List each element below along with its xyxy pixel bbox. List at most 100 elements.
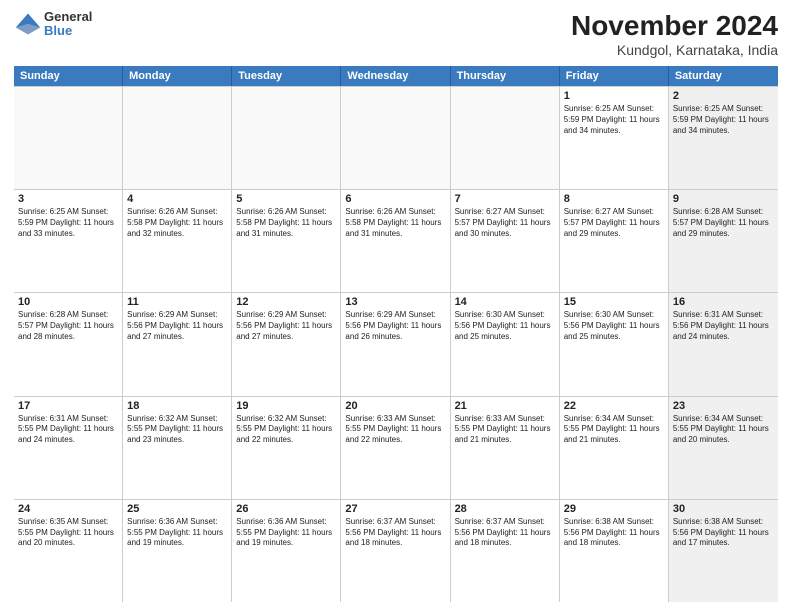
- day-info: Sunrise: 6:34 AM Sunset: 5:55 PM Dayligh…: [673, 414, 774, 446]
- day-info: Sunrise: 6:27 AM Sunset: 5:57 PM Dayligh…: [455, 207, 555, 239]
- cal-cell-4: 4Sunrise: 6:26 AM Sunset: 5:58 PM Daylig…: [123, 190, 232, 292]
- header: General Blue November 2024 Kundgol, Karn…: [14, 10, 778, 58]
- day-info: Sunrise: 6:26 AM Sunset: 5:58 PM Dayligh…: [236, 207, 336, 239]
- cal-header-tuesday: Tuesday: [232, 66, 341, 86]
- cal-cell-15: 15 Sunrise: 6:30 AM Sunset: 5:56 PM Dayli…: [560, 293, 669, 395]
- calendar-subtitle: Kundgol, Karnataka, India: [571, 42, 778, 58]
- cal-cell-13: 13 Sunrise: 6:29 AM Sunset: 5:56 PM Dayli…: [341, 293, 450, 395]
- day-number: 16: [673, 296, 774, 308]
- day-info: Sunrise: 6:25 AM Sunset: 5:59 PM Dayligh…: [18, 207, 118, 239]
- day-number: 22: [564, 400, 664, 412]
- day-info: Sunrise: 6:27 AM Sunset: 5:57 PM Dayligh…: [564, 207, 664, 239]
- cal-cell-19: 19Sunrise: 6:32 AM Sunset: 5:55 PM Dayli…: [232, 397, 341, 499]
- day-number: 7: [455, 193, 555, 205]
- day-number: 28: [455, 503, 555, 515]
- day-info: Sunrise: 6:38 AM Sunset: 5:56 PM Dayligh…: [673, 517, 774, 549]
- day-number: 13: [345, 296, 445, 308]
- day-number: 11: [127, 296, 227, 308]
- day-number: 3: [18, 193, 118, 205]
- day-info: Sunrise: 6:33 AM Sunset: 5:55 PM Dayligh…: [345, 414, 445, 446]
- cal-cell-27: 27 Sunrise: 6:37 AM Sunset: 5:56 PM Dayli…: [341, 500, 450, 602]
- day-number: 24: [18, 503, 118, 515]
- cal-cell-12: 12 Sunrise: 6:29 AM Sunset: 5:56 PM Dayli…: [232, 293, 341, 395]
- logo-text: General Blue: [44, 10, 92, 39]
- cal-cell-7: 7 Sunrise: 6:27 AM Sunset: 5:57 PM Daylig…: [451, 190, 560, 292]
- day-number: 27: [345, 503, 445, 515]
- cal-cell-22: 22 Sunrise: 6:34 AM Sunset: 5:55 PM Dayli…: [560, 397, 669, 499]
- cal-week-4: 17 Sunrise: 6:31 AM Sunset: 5:55 PM Dayli…: [14, 396, 778, 499]
- day-info: Sunrise: 6:29 AM Sunset: 5:56 PM Dayligh…: [236, 310, 336, 342]
- day-number: 25: [127, 503, 227, 515]
- day-number: 18: [127, 400, 227, 412]
- day-number: 12: [236, 296, 336, 308]
- cal-cell-empty: [14, 87, 123, 189]
- logo: General Blue: [14, 10, 92, 39]
- day-info: Sunrise: 6:31 AM Sunset: 5:55 PM Dayligh…: [18, 414, 118, 446]
- logo-blue: Blue: [44, 24, 92, 38]
- cal-header-monday: Monday: [123, 66, 232, 86]
- day-info: Sunrise: 6:37 AM Sunset: 5:56 PM Dayligh…: [345, 517, 445, 549]
- calendar: SundayMondayTuesdayWednesdayThursdayFrid…: [14, 66, 778, 602]
- cal-week-2: 3 Sunrise: 6:25 AM Sunset: 5:59 PM Daylig…: [14, 189, 778, 292]
- cal-cell-16: 16Sunrise: 6:31 AM Sunset: 5:56 PM Dayli…: [669, 293, 778, 395]
- cal-cell-26: 26 Sunrise: 6:36 AM Sunset: 5:55 PM Dayli…: [232, 500, 341, 602]
- day-info: Sunrise: 6:25 AM Sunset: 5:59 PM Dayligh…: [673, 104, 774, 136]
- day-info: Sunrise: 6:26 AM Sunset: 5:58 PM Dayligh…: [345, 207, 445, 239]
- day-number: 15: [564, 296, 664, 308]
- day-number: 23: [673, 400, 774, 412]
- day-number: 10: [18, 296, 118, 308]
- calendar-title: November 2024: [571, 10, 778, 42]
- day-info: Sunrise: 6:29 AM Sunset: 5:56 PM Dayligh…: [345, 310, 445, 342]
- day-info: Sunrise: 6:36 AM Sunset: 5:55 PM Dayligh…: [236, 517, 336, 549]
- day-number: 6: [345, 193, 445, 205]
- day-number: 26: [236, 503, 336, 515]
- day-number: 30: [673, 503, 774, 515]
- day-number: 21: [455, 400, 555, 412]
- cal-week-3: 10 Sunrise: 6:28 AM Sunset: 5:57 PM Dayli…: [14, 292, 778, 395]
- day-info: Sunrise: 6:26 AM Sunset: 5:58 PM Dayligh…: [127, 207, 227, 239]
- page: General Blue November 2024 Kundgol, Karn…: [0, 0, 792, 612]
- day-number: 29: [564, 503, 664, 515]
- cal-week-5: 24 Sunrise: 6:35 AM Sunset: 5:55 PM Dayli…: [14, 499, 778, 602]
- cal-cell-28: 28 Sunrise: 6:37 AM Sunset: 5:56 PM Dayli…: [451, 500, 560, 602]
- day-info: Sunrise: 6:30 AM Sunset: 5:56 PM Dayligh…: [455, 310, 555, 342]
- cal-cell-29: 29Sunrise: 6:38 AM Sunset: 5:56 PM Dayli…: [560, 500, 669, 602]
- day-number: 9: [673, 193, 774, 205]
- logo-icon: [14, 10, 42, 38]
- day-number: 19: [236, 400, 336, 412]
- title-block: November 2024 Kundgol, Karnataka, India: [571, 10, 778, 58]
- cal-cell-1: 1Sunrise: 6:25 AM Sunset: 5:59 PM Daylig…: [560, 87, 669, 189]
- cal-cell-20: 20Sunrise: 6:33 AM Sunset: 5:55 PM Dayli…: [341, 397, 450, 499]
- cal-header-friday: Friday: [560, 66, 669, 86]
- day-info: Sunrise: 6:36 AM Sunset: 5:55 PM Dayligh…: [127, 517, 227, 549]
- cal-cell-14: 14 Sunrise: 6:30 AM Sunset: 5:56 PM Dayli…: [451, 293, 560, 395]
- day-number: 8: [564, 193, 664, 205]
- day-info: Sunrise: 6:28 AM Sunset: 5:57 PM Dayligh…: [18, 310, 118, 342]
- cal-cell-empty: [341, 87, 450, 189]
- cal-cell-30: 30 Sunrise: 6:38 AM Sunset: 5:56 PM Dayli…: [669, 500, 778, 602]
- cal-cell-25: 25 Sunrise: 6:36 AM Sunset: 5:55 PM Dayli…: [123, 500, 232, 602]
- logo-general: General: [44, 10, 92, 24]
- day-number: 5: [236, 193, 336, 205]
- cal-cell-21: 21Sunrise: 6:33 AM Sunset: 5:55 PM Dayli…: [451, 397, 560, 499]
- cal-week-1: 1Sunrise: 6:25 AM Sunset: 5:59 PM Daylig…: [14, 86, 778, 189]
- day-number: 2: [673, 90, 774, 102]
- cal-header-wednesday: Wednesday: [341, 66, 450, 86]
- cal-header-sunday: Sunday: [14, 66, 123, 86]
- day-info: Sunrise: 6:35 AM Sunset: 5:55 PM Dayligh…: [18, 517, 118, 549]
- cal-cell-8: 8 Sunrise: 6:27 AM Sunset: 5:57 PM Daylig…: [560, 190, 669, 292]
- day-info: Sunrise: 6:37 AM Sunset: 5:56 PM Dayligh…: [455, 517, 555, 549]
- cal-cell-empty: [123, 87, 232, 189]
- cal-cell-10: 10 Sunrise: 6:28 AM Sunset: 5:57 PM Dayli…: [14, 293, 123, 395]
- day-number: 17: [18, 400, 118, 412]
- day-info: Sunrise: 6:28 AM Sunset: 5:57 PM Dayligh…: [673, 207, 774, 239]
- day-number: 14: [455, 296, 555, 308]
- day-info: Sunrise: 6:30 AM Sunset: 5:56 PM Dayligh…: [564, 310, 664, 342]
- cal-cell-6: 6 Sunrise: 6:26 AM Sunset: 5:58 PM Daylig…: [341, 190, 450, 292]
- cal-cell-18: 18Sunrise: 6:32 AM Sunset: 5:55 PM Dayli…: [123, 397, 232, 499]
- cal-cell-5: 5 Sunrise: 6:26 AM Sunset: 5:58 PM Daylig…: [232, 190, 341, 292]
- cal-cell-17: 17 Sunrise: 6:31 AM Sunset: 5:55 PM Dayli…: [14, 397, 123, 499]
- cal-header-saturday: Saturday: [669, 66, 778, 86]
- day-info: Sunrise: 6:34 AM Sunset: 5:55 PM Dayligh…: [564, 414, 664, 446]
- day-info: Sunrise: 6:29 AM Sunset: 5:56 PM Dayligh…: [127, 310, 227, 342]
